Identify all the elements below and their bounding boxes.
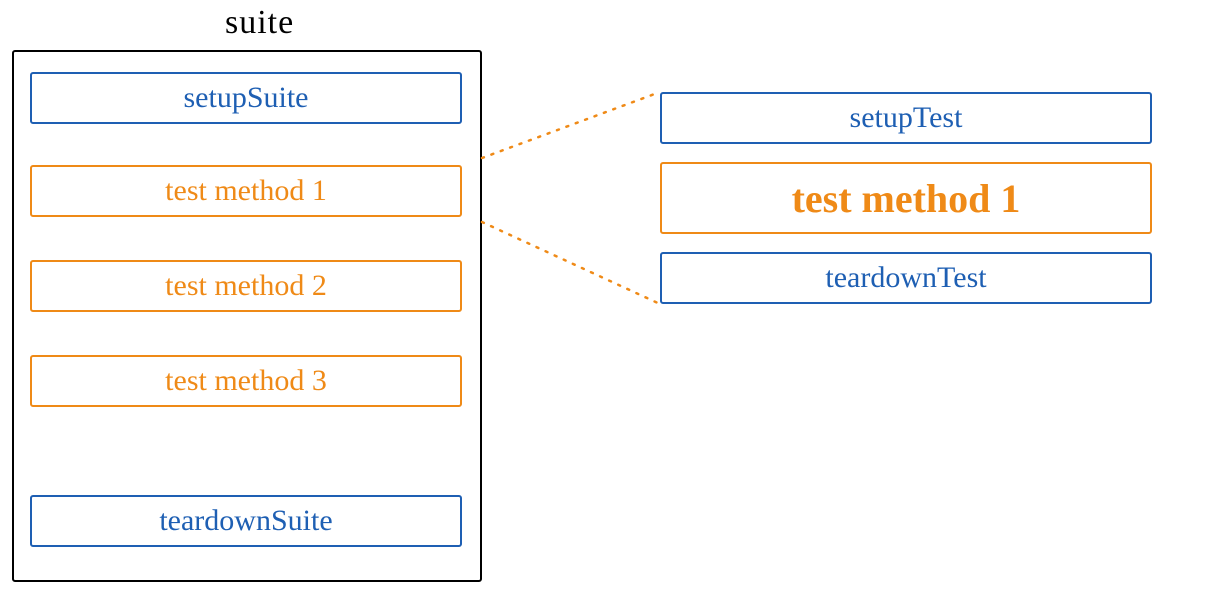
detail-test-method-box: test method 1 <box>660 162 1152 234</box>
setup-test-box: setupTest <box>660 92 1152 144</box>
diagram-canvas: suite setupSuite test method 1 test meth… <box>0 0 1205 594</box>
test-method-1-box: test method 1 <box>30 165 462 217</box>
suite-title: suite <box>225 4 294 42</box>
test-method-3-label: test method 3 <box>165 364 327 398</box>
teardown-test-box: teardownTest <box>660 252 1152 304</box>
test-method-2-box: test method 2 <box>30 260 462 312</box>
test-method-3-box: test method 3 <box>30 355 462 407</box>
test-method-2-label: test method 2 <box>165 269 327 303</box>
setup-suite-box: setupSuite <box>30 72 462 124</box>
detail-test-method-label: test method 1 <box>792 175 1021 222</box>
teardown-suite-box: teardownSuite <box>30 495 462 547</box>
teardown-test-label: teardownTest <box>825 261 986 295</box>
setup-test-label: setupTest <box>850 101 963 135</box>
test-method-1-label: test method 1 <box>165 174 327 208</box>
setup-suite-label: setupSuite <box>184 81 309 115</box>
teardown-suite-label: teardownSuite <box>159 504 332 538</box>
